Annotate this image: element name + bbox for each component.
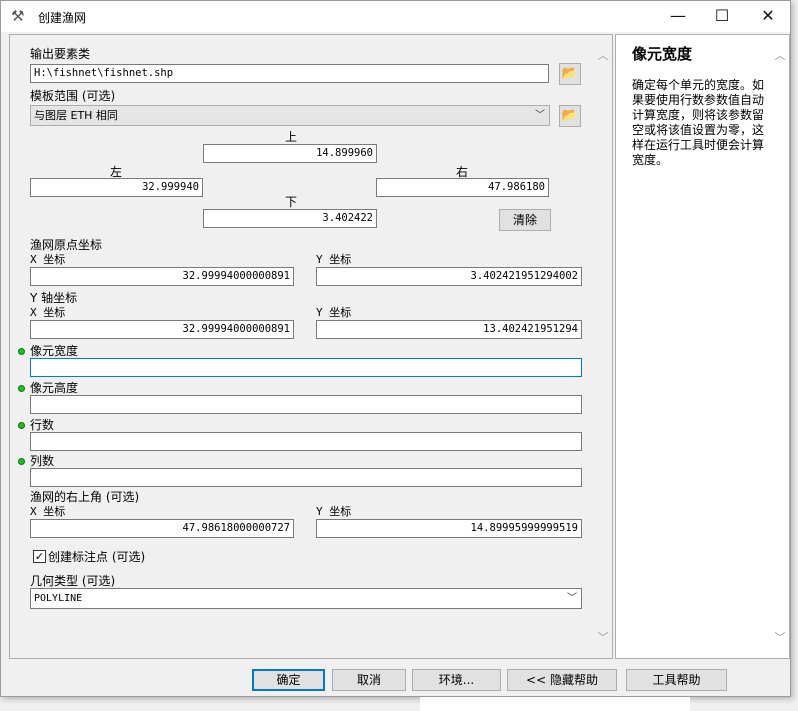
create-label-points-label[interactable]: 创建标注点 (可选) — [48, 550, 145, 564]
template-extent-value: 与图层 ETH 相同 — [34, 109, 118, 122]
hammer-icon: ⚒ — [11, 7, 25, 25]
y-axis-coordinate-label: Y 轴坐标 — [30, 291, 78, 305]
close-button[interactable]: ✕ — [745, 1, 791, 31]
help-title: 像元宽度 — [632, 45, 693, 63]
origin-y-label: Y 坐标 — [316, 253, 352, 266]
extent-left-input[interactable]: 32.999940 — [30, 178, 203, 197]
extent-bottom-input[interactable]: 3.402422 — [203, 209, 377, 228]
extent-top-label: 上 — [285, 130, 298, 144]
corner-x-input[interactable]: 47.98618000000727 — [30, 519, 294, 538]
origin-x-label: X 坐标 — [30, 253, 66, 266]
scroll-up-icon[interactable]: ︿ — [773, 49, 787, 63]
corner-x-label: X 坐标 — [30, 505, 66, 518]
required-indicator-icon — [18, 385, 25, 392]
cell-height-input[interactable] — [30, 395, 582, 414]
yaxis-y-input[interactable]: 13.402421951294 — [316, 320, 582, 339]
required-indicator-icon — [18, 422, 25, 429]
open-folder-icon: 📂 — [561, 108, 579, 123]
required-indicator-icon — [18, 348, 25, 355]
maximize-button[interactable]: ☐ — [699, 1, 745, 31]
chevron-down-icon: ﹀ — [567, 593, 577, 604]
clear-extent-button[interactable]: 清除 — [499, 209, 551, 231]
cell-width-input[interactable] — [30, 358, 582, 377]
scroll-down-icon[interactable]: ﹀ — [773, 631, 787, 645]
tool-help-button[interactable]: 工具帮助 — [626, 669, 727, 691]
ok-button[interactable]: 确定 — [252, 669, 325, 691]
browse-template-button[interactable]: 📂 — [559, 105, 581, 127]
geometry-type-value: POLYLINE — [34, 593, 83, 604]
background-window-strip — [420, 697, 690, 711]
opposite-corner-label: 渔网的右上角 (可选) — [30, 490, 140, 504]
number-of-columns-input[interactable] — [30, 468, 582, 487]
scroll-down-icon[interactable]: ﹀ — [596, 631, 610, 645]
yaxis-y-label: Y 坐标 — [316, 306, 352, 319]
output-feature-class-label: 输出要素类 — [30, 47, 91, 61]
parameters-panel[interactable]: ︿ ﹀ 输出要素类 H:\fishnet\fishnet.shp 📂 模板范围 … — [9, 34, 613, 659]
browse-output-button[interactable]: 📂 — [559, 63, 581, 85]
fishnet-origin-label: 渔网原点坐标 — [30, 238, 103, 252]
origin-x-input[interactable]: 32.99994000000891 — [30, 267, 294, 286]
corner-y-input[interactable]: 14.89995999999519 — [316, 519, 582, 538]
extent-right-input[interactable]: 47.986180 — [376, 178, 549, 197]
title-bar[interactable]: ⚒ 创建渔网 — ☐ ✕ — [1, 1, 790, 32]
corner-y-label: Y 坐标 — [316, 505, 352, 518]
number-of-rows-input[interactable] — [30, 432, 582, 451]
create-fishnet-dialog: ⚒ 创建渔网 — ☐ ✕ ︿ ﹀ 输出要素类 H:\fishnet\fishne… — [0, 0, 791, 697]
number-of-columns-label: 列数 — [30, 454, 55, 468]
hide-help-button[interactable]: << 隐藏帮助 — [507, 669, 617, 691]
yaxis-x-input[interactable]: 32.99994000000891 — [30, 320, 294, 339]
extent-bottom-label: 下 — [285, 195, 298, 209]
extent-right-label: 右 — [456, 165, 469, 179]
extent-top-input[interactable]: 14.899960 — [203, 144, 377, 163]
yaxis-x-label: X 坐标 — [30, 306, 66, 319]
required-indicator-icon — [18, 458, 25, 465]
minimize-button[interactable]: — — [655, 1, 701, 31]
cancel-button[interactable]: 取消 — [332, 669, 406, 691]
window-title: 创建渔网 — [38, 11, 87, 25]
help-panel: 像元宽度 确定每个单元的宽度。如果要使用行数参数值自动计算宽度，则将该参数留空或… — [615, 34, 790, 659]
extent-left-label: 左 — [110, 165, 123, 179]
create-label-points-checkbox[interactable]: ✓ — [33, 550, 46, 563]
environments-button[interactable]: 环境... — [412, 669, 501, 691]
output-feature-class-input[interactable]: H:\fishnet\fishnet.shp — [30, 64, 549, 83]
template-extent-select[interactable]: 与图层 ETH 相同 ﹀ — [30, 105, 550, 126]
template-extent-label: 模板范围 (可选) — [30, 89, 116, 103]
cell-width-label: 像元宽度 — [30, 344, 79, 358]
geometry-type-label: 几何类型 (可选) — [30, 574, 116, 588]
open-folder-icon: 📂 — [561, 66, 579, 81]
origin-y-input[interactable]: 3.402421951294002 — [316, 267, 582, 286]
cell-height-label: 像元高度 — [30, 381, 79, 395]
scroll-up-icon[interactable]: ︿ — [596, 49, 610, 63]
geometry-type-select[interactable]: POLYLINE ﹀ — [30, 588, 582, 609]
help-description: 确定每个单元的宽度。如果要使用行数参数值自动计算宽度，则将该参数留空或将该值设置… — [632, 78, 765, 167]
chevron-down-icon: ﹀ — [535, 110, 545, 121]
number-of-rows-label: 行数 — [30, 418, 55, 432]
